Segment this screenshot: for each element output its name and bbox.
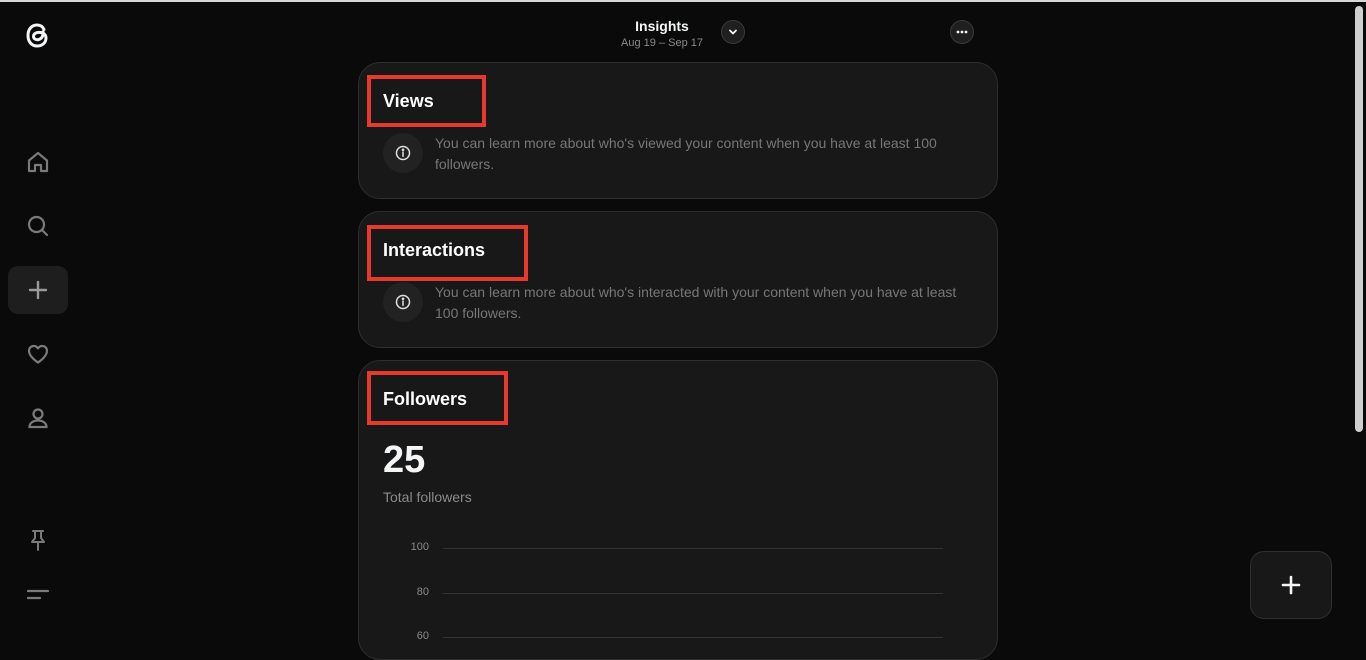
followers-card[interactable]: Followers 25 Total followers 100 80 60 (358, 360, 998, 660)
search-icon (27, 215, 49, 237)
date-range-dropdown-button[interactable] (721, 20, 745, 44)
nav-pinned[interactable] (8, 516, 68, 564)
highlight-box (367, 371, 508, 425)
scrollbar[interactable] (1355, 6, 1363, 432)
gridline (443, 593, 943, 594)
title-block: Insights Aug 19 – Sep 17 (600, 18, 724, 50)
top-edge (0, 0, 1366, 2)
heart-icon (27, 344, 49, 364)
interactions-info-row: You can learn more about who's interacte… (383, 282, 963, 324)
nav-create[interactable] (8, 266, 68, 314)
y-tick-label: 80 (416, 586, 429, 598)
views-info-row: You can learn more about who's viewed yo… (383, 133, 963, 175)
views-card[interactable]: Views You can learn more about who's vie… (358, 62, 998, 199)
interactions-card[interactable]: Interactions You can learn more about wh… (358, 211, 998, 348)
plus-icon (1281, 575, 1301, 595)
gridline (443, 637, 943, 638)
y-tick-label: 60 (416, 630, 429, 642)
new-thread-button[interactable] (1250, 551, 1332, 619)
date-range: Aug 19 – Sep 17 (621, 37, 703, 49)
nav-profile[interactable] (8, 394, 68, 442)
menu-icon (26, 589, 50, 600)
followers-count: 25 (383, 439, 426, 481)
nav-search[interactable] (8, 202, 68, 250)
gridline (443, 548, 943, 549)
highlight-box (367, 75, 486, 127)
info-icon (383, 133, 423, 173)
interactions-info-text: You can learn more about who's interacte… (435, 284, 957, 321)
highlight-box (367, 225, 528, 281)
threads-logo-icon[interactable] (20, 17, 56, 53)
chevron-down-icon (729, 29, 737, 35)
nav-activity[interactable] (8, 330, 68, 378)
pin-icon (31, 530, 45, 551)
insights-header: Insights Aug 19 – Sep 17 (560, 10, 990, 56)
y-tick-label: 100 (410, 541, 429, 553)
followers-count-label: Total followers (383, 489, 472, 505)
nav-home[interactable] (8, 138, 68, 186)
profile-icon (28, 408, 48, 429)
plus-icon (28, 280, 48, 300)
home-icon (27, 151, 49, 173)
sidebar (0, 2, 76, 642)
views-info-text: You can learn more about who's viewed yo… (435, 135, 937, 172)
more-options-icon (956, 30, 968, 34)
more-options-button[interactable] (950, 20, 974, 44)
info-icon (383, 282, 423, 322)
nav-more[interactable] (8, 570, 68, 618)
page-title: Insights (635, 18, 689, 34)
